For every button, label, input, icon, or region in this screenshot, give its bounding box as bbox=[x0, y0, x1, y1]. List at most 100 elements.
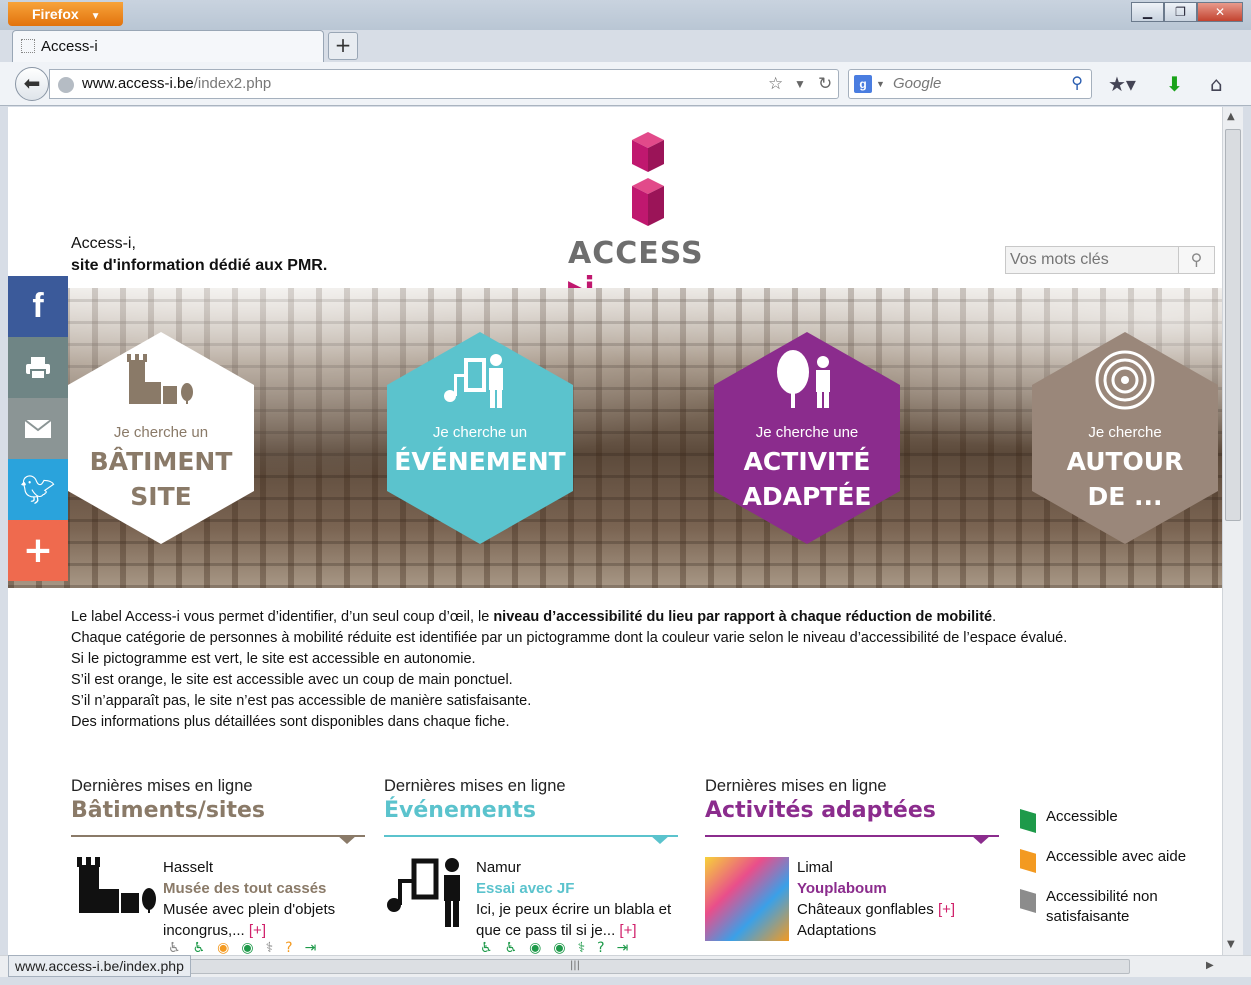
hex-batiment-big2: SITE bbox=[130, 482, 192, 511]
hero-banner: Je cherche un BÂTIMENT SITE Je cherche u… bbox=[8, 288, 1222, 588]
engine-dropdown-icon[interactable]: ▼ bbox=[876, 70, 885, 98]
firefox-menu-label: Firefox bbox=[32, 6, 79, 22]
new-tab-button[interactable]: + bbox=[328, 32, 358, 60]
grey-flag-icon bbox=[1020, 889, 1036, 913]
item-name[interactable]: Essai avec JF bbox=[476, 878, 681, 899]
column-evenements-title[interactable]: Événements bbox=[384, 798, 678, 823]
column-batiments-title[interactable]: Bâtiments/sites bbox=[71, 798, 365, 823]
hex-batiment-big: BÂTIMENT SITE bbox=[68, 444, 254, 514]
column-batiments: Dernières mises en ligne Bâtiments/sites bbox=[71, 777, 365, 844]
hex-activite-adaptee[interactable]: Je cherche une ACTIVITÉ ADAPTÉE bbox=[714, 332, 900, 544]
status-bar: www.access-i.be/index.php bbox=[8, 955, 191, 977]
home-icon[interactable]: ⌂ bbox=[1210, 74, 1223, 94]
hex-autour-de[interactable]: Je cherche AUTOUR DE ... bbox=[1032, 332, 1218, 544]
navigation-toolbar: ⬅ www.access-i.be/index2.php ☆ ▼ ↻ g ▼ G… bbox=[0, 62, 1251, 106]
google-engine-icon[interactable]: g bbox=[854, 75, 872, 93]
back-button[interactable]: ⬅ bbox=[15, 67, 49, 101]
tab-strip: Access-i + bbox=[0, 30, 1251, 62]
legend-accessible-label: Accessible bbox=[1046, 808, 1118, 825]
item-desc1: Châteaux gonflables bbox=[797, 901, 934, 918]
back-arrow-icon: ⬅ bbox=[23, 71, 41, 95]
exit-icon: ⇥ bbox=[616, 940, 629, 955]
item-desc1: Ici, je peux écrire un blabla et bbox=[476, 901, 672, 918]
target-icon bbox=[1095, 350, 1155, 410]
tagline-line1: Access-i, bbox=[71, 235, 136, 252]
social-share-bar: f 🐦︎ + bbox=[8, 276, 68, 581]
window-titlebar: Firefox ▼ ▁ ❐ ✕ bbox=[0, 0, 1251, 30]
building-icon bbox=[77, 857, 156, 913]
column-batiments-pretitle: Dernières mises en ligne bbox=[71, 777, 253, 795]
browser-search-field[interactable]: g ▼ Google ⚲ bbox=[848, 69, 1092, 99]
vertical-scroll-thumb[interactable] bbox=[1225, 129, 1241, 521]
column-activites-rule bbox=[705, 835, 999, 844]
legend-accessible: Accessible bbox=[1020, 807, 1186, 833]
walking-person-icon: ♿︎ bbox=[504, 940, 518, 955]
facebook-share-button[interactable]: f bbox=[8, 276, 68, 337]
more-link[interactable]: [+] bbox=[938, 901, 955, 918]
legend-not-accessible-label2: satisfaisante bbox=[1046, 908, 1130, 925]
hearing-icon: ◉ bbox=[529, 940, 542, 955]
close-button[interactable]: ✕ bbox=[1197, 2, 1243, 22]
hex-batiment-site[interactable]: Je cherche un BÂTIMENT SITE bbox=[68, 332, 254, 544]
keyword-search-button[interactable]: ⚲ bbox=[1178, 247, 1214, 273]
item-desc1: Musée avec plein d'objets bbox=[163, 901, 336, 918]
scroll-up-icon[interactable]: ▲ bbox=[1227, 111, 1235, 122]
page-favicon-icon bbox=[21, 39, 35, 53]
more-link[interactable]: [+] bbox=[249, 922, 266, 939]
minimize-button[interactable]: ▁ bbox=[1131, 2, 1164, 22]
hex-evenement[interactable]: Je cherche un ÉVÉNEMENT bbox=[387, 332, 573, 544]
hex-batiment-small: Je cherche un bbox=[113, 424, 209, 441]
history-dropdown-icon[interactable]: ▼ bbox=[794, 70, 806, 98]
firefox-menu-button[interactable]: Firefox ▼ bbox=[8, 2, 123, 26]
intro-text: Le label Access-i vous permet d’identifi… bbox=[71, 607, 1067, 733]
mail-icon bbox=[24, 418, 52, 438]
accessibility-legend: Accessible Accessible avec aide Accessib… bbox=[1020, 807, 1186, 947]
search-engine-placeholder: Google bbox=[893, 75, 942, 92]
hearing-icon: ◉ bbox=[217, 940, 230, 955]
email-share-button[interactable] bbox=[8, 398, 68, 459]
scroll-down-icon[interactable]: ▼ bbox=[1227, 939, 1235, 950]
maximize-button[interactable]: ❐ bbox=[1164, 2, 1197, 22]
url-domain: www.access-i.be bbox=[82, 75, 194, 92]
column-evenements-rule bbox=[384, 835, 678, 844]
intro-line1-bold: niveau d’accessibilité du lieu par rappo… bbox=[493, 609, 993, 625]
wheelchair-icon: ♿︎ bbox=[192, 940, 206, 955]
cane-icon: ⚕ bbox=[265, 940, 274, 955]
tab-title: Access-i bbox=[41, 38, 98, 55]
event-icon bbox=[387, 858, 460, 927]
item-desc2: Adaptations bbox=[797, 922, 877, 939]
green-flag-icon bbox=[1020, 809, 1036, 833]
column-activites: Dernières mises en ligne Activités adapt… bbox=[705, 777, 999, 844]
logo-cube-icon bbox=[632, 132, 664, 226]
download-icon[interactable]: ⬇ bbox=[1166, 74, 1183, 94]
hex-autour-big2: DE ... bbox=[1087, 482, 1163, 511]
bouncy-castle-image[interactable] bbox=[705, 857, 789, 941]
item-name[interactable]: Youplaboum bbox=[797, 878, 1002, 899]
address-bar[interactable]: www.access-i.be/index2.php ☆ ▼ ↻ bbox=[49, 69, 839, 99]
keyword-search-input[interactable] bbox=[1006, 247, 1178, 273]
bookmarks-menu-icon[interactable]: ★▾ bbox=[1108, 74, 1136, 94]
access-i-logo[interactable]: ACCESS ▶i bbox=[568, 132, 728, 306]
tree-person-icon bbox=[777, 350, 830, 408]
item-desc2: que ce pass til si je... bbox=[476, 922, 616, 939]
search-icon[interactable]: ⚲ bbox=[1071, 70, 1083, 98]
globe-icon bbox=[58, 77, 74, 93]
legend-not-accessible: Accessibilité non satisfaisante bbox=[1020, 887, 1186, 927]
tab-access-i[interactable]: Access-i bbox=[12, 30, 324, 62]
scroll-right-icon[interactable]: ▶ bbox=[1206, 960, 1214, 971]
reload-icon[interactable]: ↻ bbox=[818, 70, 832, 98]
column-batiments-rule bbox=[71, 835, 365, 844]
column-activites-title[interactable]: Activités adaptées bbox=[705, 798, 999, 823]
print-button[interactable] bbox=[8, 337, 68, 398]
hex-evenement-big: ÉVÉNEMENT bbox=[387, 444, 573, 479]
vertical-scrollbar[interactable]: ▲ ▼ bbox=[1222, 107, 1243, 955]
print-icon bbox=[26, 356, 50, 380]
building-icon bbox=[127, 354, 193, 404]
twitter-share-button[interactable]: 🐦︎ bbox=[8, 459, 68, 520]
more-share-button[interactable]: + bbox=[8, 520, 68, 581]
intro-line2: Chaque catégorie de personnes à mobilité… bbox=[71, 630, 1068, 646]
more-link[interactable]: [+] bbox=[619, 922, 636, 939]
bookmark-star-icon[interactable]: ☆ bbox=[768, 70, 783, 98]
item-name[interactable]: Musée des tout cassés bbox=[163, 878, 368, 899]
legend-with-help-label: Accessible avec aide bbox=[1046, 848, 1187, 865]
